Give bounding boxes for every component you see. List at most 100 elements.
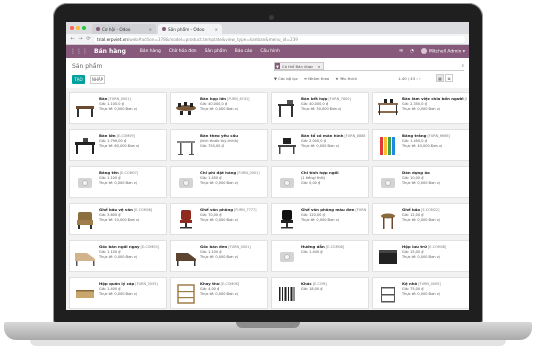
list-view-icon[interactable]: ≣ — [445, 74, 453, 82]
product-info: Chỉ tính hợp ngồi (1 tiếng/ thời) Giá: 0,0… — [301, 170, 366, 186]
product-info: Chi phí đặt hàng [FURN_0001] Giá: 1.450 ₫… — [200, 170, 265, 186]
product-name: Ghế bảo vệ văn — [99, 207, 133, 212]
product-info: Hộp quản lý cáp [FURN_5555] Giá: 1.400 ₫ T… — [99, 281, 164, 297]
app-name[interactable]: Bán hàng — [94, 48, 126, 55]
product-card[interactable]: Hộp lưu trữ [E-COM08] Giá: 15,00 ₫ Thực tế… — [372, 240, 469, 272]
product-card[interactable]: Ghế bảo [E-COM22] Giá: 12,00 ₫ Thực tế: 0,… — [372, 203, 469, 235]
search-input[interactable]: ▼ Có thể Bán được × ⌕ — [274, 62, 464, 71]
product-image — [376, 97, 400, 121]
product-stock: Thực tế: 0,000 Đơn vị — [301, 144, 339, 148]
product-info: Ghế bảo [E-COM22] Giá: 12,00 ₫ Thực tế: 0,… — [402, 207, 467, 223]
product-name: Chỉ tính hợp ngồi — [301, 170, 339, 175]
product-ref: [E-COM08] — [426, 245, 447, 249]
product-card[interactable]: Bàn họp lớn [FURN_6741] Giá: 40.000,0 ₫ Th… — [170, 92, 268, 124]
product-info: Hướng dẫn [E-COM08] Giá: 1.400 ₫ — [301, 244, 366, 255]
menu-sales[interactable]: Bán hàng — [140, 49, 161, 54]
monitor-icon — [278, 138, 296, 154]
reload-icon[interactable]: ⟳ — [86, 36, 91, 42]
browser-tab-opportunities[interactable]: Cơ hội - Odoo × — [92, 24, 156, 34]
webcam — [269, 15, 274, 20]
product-info: Ghế văn phòng [FURN_7777] Giá: 70,00 ₫ Thự… — [200, 207, 265, 223]
product-stock: Thực tế: 0,000 Đơn vị — [200, 292, 238, 296]
product-info: Bàn theo yêu cầu (kích thước tùy chỉnh) Gi… — [200, 133, 265, 149]
menu-products[interactable]: Sản phẩm — [205, 49, 227, 54]
product-image — [376, 245, 400, 269]
product-name: Bảng tên — [99, 170, 119, 175]
view-switcher: ▦ ≣ — [436, 74, 453, 82]
product-name: Chi phí đặt hàng — [200, 170, 237, 175]
product-card[interactable]: Khay thư [E-COM08] Giá: 4,00 ₫ Thực tế: 0,… — [170, 277, 268, 309]
product-ref: [E-COM08] — [219, 282, 239, 286]
minimize-window-icon[interactable] — [76, 26, 80, 30]
group-by-dropdown[interactable]: ≡ Nhóm theo — [304, 76, 329, 81]
product-card[interactable]: Góc bàn đen [FURN_0001] Giá: 1.100 ₫ Thực … — [170, 240, 268, 272]
pager-value[interactable]: 1-40 / 43 — [398, 76, 415, 81]
user-menu[interactable]: Mitchell Admin ▾ — [420, 48, 465, 55]
search-icon[interactable]: ⌕ — [461, 63, 464, 69]
menu-reports[interactable]: Báo cáo — [235, 49, 253, 54]
product-card[interactable]: Hướng dẫn [E-COM08] Giá: 1.400 ₫ — [271, 240, 369, 272]
filters-dropdown[interactable]: ▼ Các bộ lọc — [274, 76, 298, 81]
product-card[interactable]: Bàn tổ có màn hình [FURN_8888] Giá: 2.000… — [271, 129, 369, 161]
close-tab-icon[interactable]: × — [149, 27, 152, 32]
product-image — [174, 97, 198, 121]
import-button[interactable]: NHẬP — [90, 75, 105, 84]
product-card[interactable]: Chi phí đặt hàng [FURN_0001] Giá: 1.450 ₫… — [170, 166, 268, 198]
forward-arrow-icon[interactable]: → — [78, 36, 83, 42]
pager-prev-icon[interactable]: ‹ — [416, 76, 418, 81]
product-card[interactable]: Bàn kết hợp [FURN_7800] Giá: 40.000,0 ₫ Th… — [271, 92, 369, 124]
product-name: Bàn họp lớn — [200, 96, 227, 101]
product-ref: [E-COM22] — [420, 208, 440, 212]
product-card[interactable]: Bàn làm việc chia bốn người [FURN_0001]G… — [372, 92, 469, 124]
url-host: trial.erpviet.vn — [97, 36, 128, 42]
product-price: Giá: 18,00 ₫ — [301, 287, 323, 291]
back-arrow-icon[interactable]: ← — [70, 36, 75, 42]
product-card[interactable]: Chỉ tính hợp ngồi (1 tiếng/ thời) Giá: 0,0… — [271, 166, 369, 198]
product-card[interactable]: Khác [E-COM] Giá: 18,00 ₫ — [271, 277, 369, 309]
odoo-favicon-icon — [162, 27, 166, 31]
browser-tab-products[interactable]: Sản phẩm - Odoo × — [158, 24, 222, 34]
product-card[interactable]: Bàn theo yêu cầu (kích thước tùy chỉnh) Gi… — [170, 129, 268, 161]
search-facet[interactable]: ▼ Có thể Bán được × — [274, 62, 324, 70]
product-ref: [FURN_6666] — [426, 134, 450, 138]
product-ref: [FURN_0001] — [227, 245, 251, 249]
product-stock: Thực tế: 0,000 Đơn vị — [99, 181, 137, 185]
product-card[interactable]: Bảng tên [E-COM07] Giá: 1.100 ₫ Thực tế: 0… — [69, 166, 167, 198]
remove-facet-icon[interactable]: × — [315, 64, 322, 69]
product-name: Bàn lớn — [99, 133, 116, 138]
product-card[interactable]: Hộp quản lý cáp [FURN_5555] Giá: 1.400 ₫ T… — [69, 277, 167, 309]
chat-icon[interactable]: ✉ — [399, 49, 403, 54]
close-tab-icon[interactable]: × — [215, 27, 218, 32]
close-window-icon[interactable] — [70, 26, 74, 30]
product-image — [174, 208, 198, 232]
product-stock: Thực tế: 0,000 Đơn vị — [402, 255, 440, 259]
maximize-window-icon[interactable] — [82, 26, 86, 30]
product-card[interactable]: Bảng trắng [FURN_6666] Giá: 1.450,0 ₫ Thực… — [372, 129, 469, 161]
activity-clock-icon[interactable]: ◔ — [410, 49, 414, 54]
product-card[interactable]: Ghế văn phòng màu đen [FURN_0269]Giá: 12… — [271, 203, 369, 235]
product-card[interactable]: Dán dựng ảo Giá: 10,00 ₫ Thực tế: 0,000 Đơ… — [372, 166, 469, 198]
menu-configuration[interactable]: Cấu hình — [260, 49, 280, 54]
browser-tab-bar: Cơ hội - Odoo × Sản phẩm - Odoo × — [66, 22, 469, 34]
apps-menu-icon[interactable]: ⋮⋮⋮ — [70, 48, 88, 55]
product-card[interactable]: Ghế bảo vệ văn [E-COM06] Giá: 3.600 ₫ Thực… — [69, 203, 167, 235]
camera-placeholder-icon — [73, 171, 97, 195]
product-card[interactable]: Góc bàn ngồi ngay [E-COM05] Giá: 1.100 ₫ T… — [69, 240, 167, 272]
quad-icon — [378, 99, 398, 115]
product-card[interactable]: Kệ nhỏ [FURN_0009] Giá: 75,00 ₫ Thực tế: 0… — [372, 277, 469, 309]
create-button[interactable]: TẠO — [72, 75, 85, 84]
product-card[interactable]: Bàn lớn [E-COM09] Giá: 1.799,00 ₫ Thực tế:… — [69, 129, 167, 161]
product-image — [174, 245, 198, 269]
product-info: Khay thư [E-COM08] Giá: 4,00 ₫ Thực tế: 0,… — [200, 281, 265, 297]
product-card[interactable]: Ghế văn phòng [FURN_7777] Giá: 70,00 ₫ Thự… — [170, 203, 268, 235]
pager-next-icon[interactable]: › — [419, 76, 421, 81]
favorites-dropdown[interactable]: ★ Yêu thích — [335, 76, 357, 81]
kanban-view-icon[interactable]: ▦ — [436, 74, 444, 82]
menu-to-invoice[interactable]: Chờ hóa đơn — [169, 49, 197, 54]
product-stock: Thực tế: 60,000 Đơn vị — [99, 144, 140, 148]
control-panel: Sản phẩm ▼ Có thể Bán được × ⌕ TẠO NHẬP … — [66, 58, 469, 89]
meeting-icon — [176, 102, 196, 115]
barcode-icon — [279, 287, 295, 301]
url-input[interactable]: trial.erpviet.vn/web#action=378&model=pr… — [94, 35, 465, 43]
product-card[interactable]: Bàn [FURN_0001] Giá: 1.100,0 ₫ Thực tế: 0,… — [69, 92, 167, 124]
